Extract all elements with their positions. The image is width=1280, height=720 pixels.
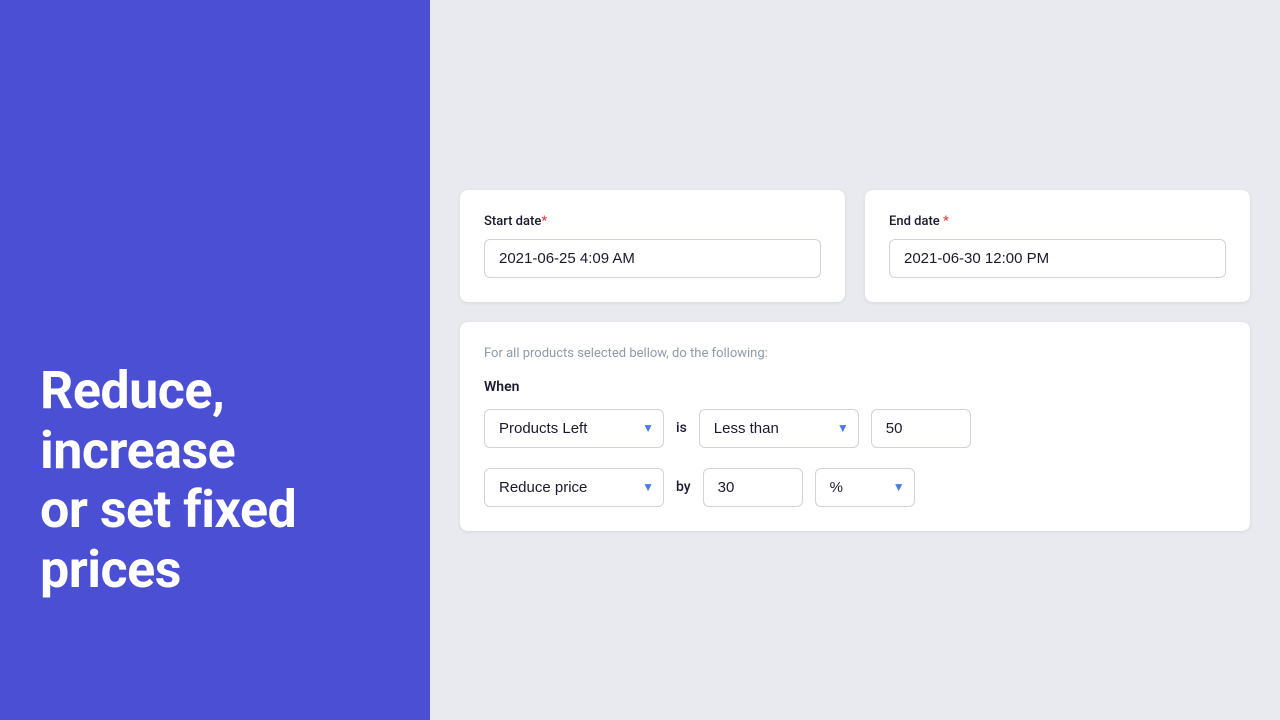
left-panel: Reduce, increase or set fixed prices bbox=[0, 0, 430, 720]
headline-line4: prices bbox=[40, 539, 181, 600]
instruction-text: For all products selected bellow, do the… bbox=[484, 346, 1226, 361]
start-date-input[interactable] bbox=[484, 239, 821, 278]
end-date-card: End date * bbox=[865, 190, 1250, 302]
action-dropdown[interactable]: Reduce price Increase price Set fixed pr… bbox=[484, 468, 664, 507]
operator-dropdown-wrapper: Less than Greater than Equal to ▼ bbox=[699, 409, 859, 448]
amount-input[interactable] bbox=[703, 468, 803, 507]
date-row: Start date* End date * bbox=[460, 190, 1250, 302]
threshold-input[interactable] bbox=[871, 409, 971, 448]
start-date-label: Start date* bbox=[484, 214, 821, 229]
is-connector: is bbox=[676, 420, 687, 436]
condition-dropdown[interactable]: Products Left Products Sold Price bbox=[484, 409, 664, 448]
action-dropdown-wrapper: Reduce price Increase price Set fixed pr… bbox=[484, 468, 664, 507]
condition-card: For all products selected bellow, do the… bbox=[460, 322, 1250, 531]
unit-dropdown-wrapper: % Fixed amount ▼ bbox=[815, 468, 915, 507]
condition-row: Products Left Products Sold Price ▼ is L… bbox=[484, 409, 1226, 448]
unit-dropdown[interactable]: % Fixed amount bbox=[815, 468, 915, 507]
end-date-input[interactable] bbox=[889, 239, 1226, 278]
headline-line2: increase bbox=[40, 420, 235, 481]
when-label: When bbox=[484, 379, 1226, 395]
right-panel: Start date* End date * For all products … bbox=[430, 0, 1280, 720]
by-connector: by bbox=[676, 479, 691, 495]
action-row: Reduce price Increase price Set fixed pr… bbox=[484, 468, 1226, 507]
condition-dropdown-wrapper: Products Left Products Sold Price ▼ bbox=[484, 409, 664, 448]
headline: Reduce, increase or set fixed prices bbox=[40, 361, 296, 600]
headline-line3: or set fixed bbox=[40, 479, 296, 540]
headline-line1: Reduce, bbox=[40, 360, 224, 421]
end-date-label: End date * bbox=[889, 214, 1226, 229]
operator-dropdown[interactable]: Less than Greater than Equal to bbox=[699, 409, 859, 448]
start-date-card: Start date* bbox=[460, 190, 845, 302]
